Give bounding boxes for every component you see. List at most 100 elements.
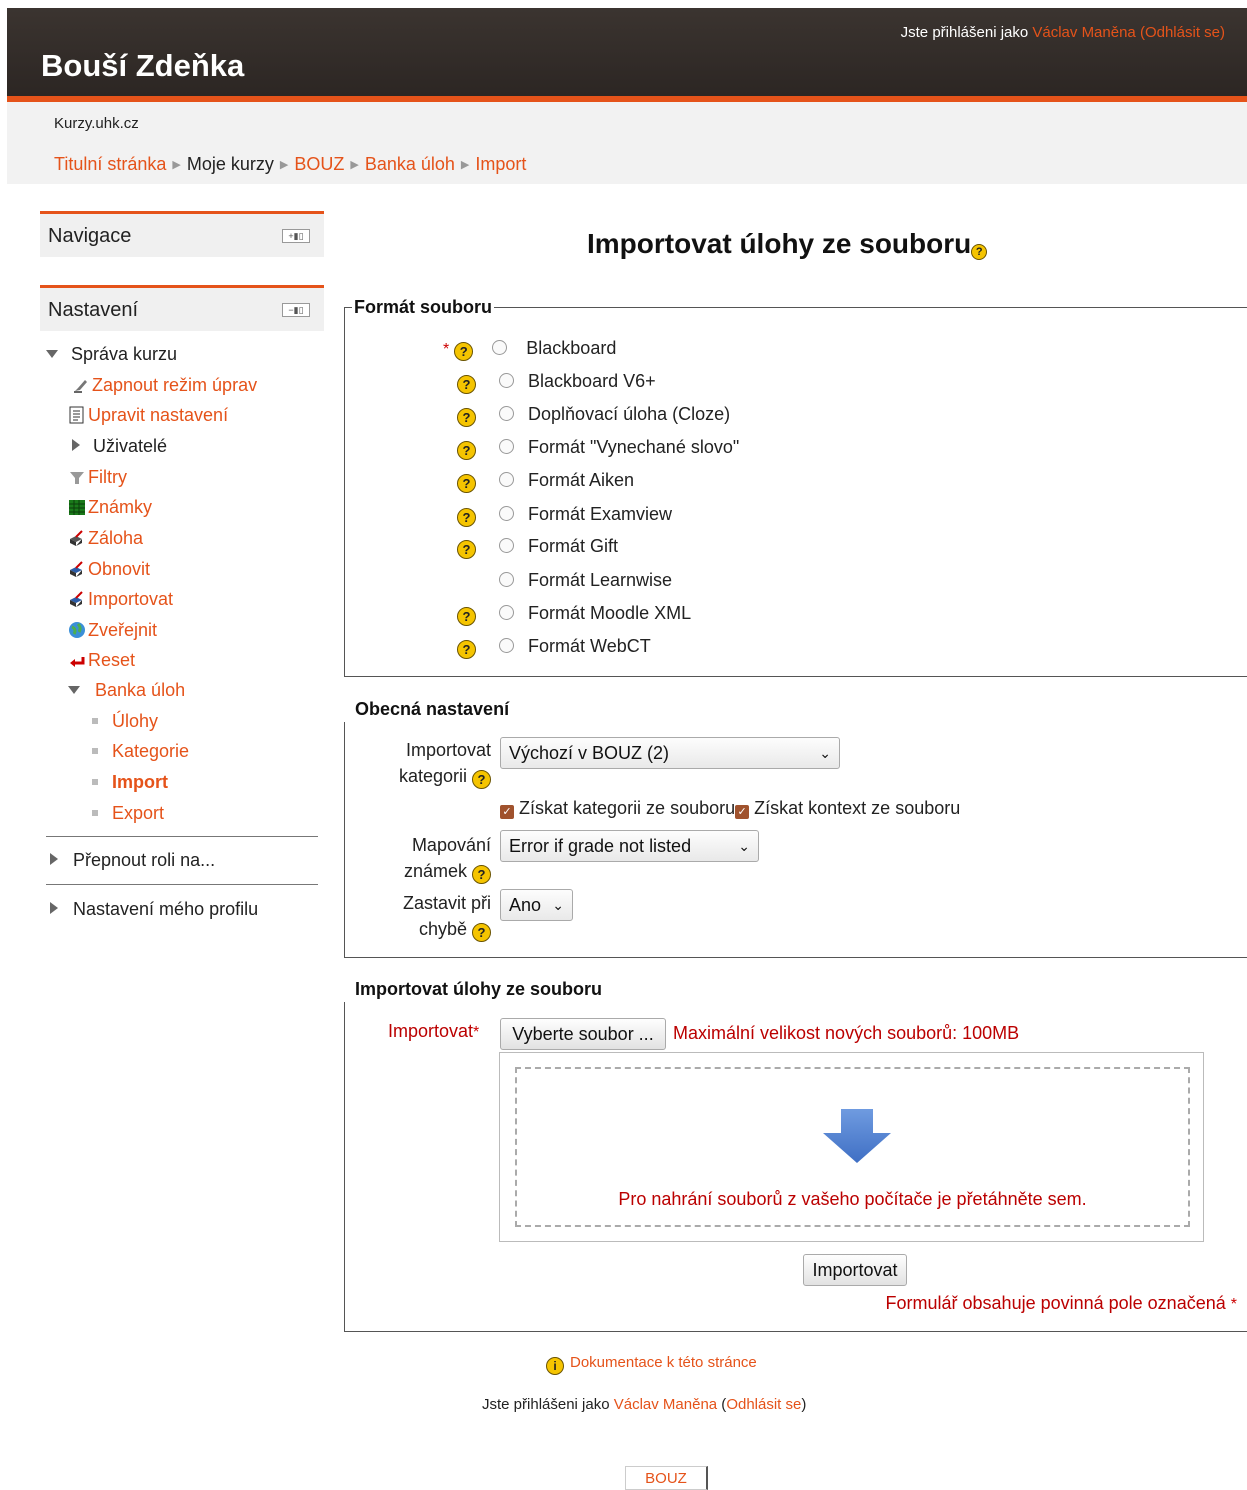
page-title: Importovat úlohy ze souboru? [587, 228, 988, 260]
breadcrumb-separator-icon: ▶ [172, 159, 181, 171]
import-submit-button[interactable]: Importovat [803, 1254, 907, 1286]
tree-item-reset[interactable]: Reset [68, 650, 135, 671]
tree-item-users[interactable]: Uživatelé [72, 436, 167, 457]
docs-link-row: i Dokumentace k této stránce [546, 1354, 757, 1375]
format-option-cloze[interactable]: ? Doplňovací úloha (Cloze) [457, 404, 730, 428]
required-icon: * [473, 1024, 480, 1041]
format-option-blackboard[interactable]: * ? Blackboard [443, 338, 616, 362]
expanded-icon [46, 350, 58, 358]
tree-question-bank[interactable]: Banka úloh [68, 680, 185, 701]
site-bar: Kurzy.uhk.cz [7, 102, 1247, 144]
bullet-icon [92, 748, 98, 754]
tree-qb-export[interactable]: Export [92, 803, 164, 824]
format-option-missing-word[interactable]: ? Formát "Vynechané slovo" [457, 437, 739, 461]
settings-block-title: Nastavení [48, 299, 139, 321]
format-option-blackboard-v6[interactable]: ? Blackboard V6+ [457, 371, 656, 395]
tree-item-filters[interactable]: Filtry [68, 467, 127, 488]
help-icon[interactable]: ? [457, 607, 476, 626]
breadcrumb-question-bank[interactable]: Banka úloh [365, 154, 455, 174]
help-icon[interactable]: ? [457, 640, 476, 659]
drop-zone-inner[interactable]: Pro nahrání souborů z vašeho počítače je… [515, 1067, 1190, 1227]
radio-button[interactable] [499, 472, 515, 487]
help-icon[interactable]: ? [472, 770, 491, 789]
login-info-bottom: Jste přihlášeni jako Václav Maněna (Odhl… [482, 1396, 807, 1413]
help-icon[interactable]: ? [454, 342, 474, 361]
get-category-checkbox[interactable]: ✓ Získat kategorii ze souboru [500, 798, 735, 819]
help-icon[interactable]: ? [457, 540, 476, 559]
grades-icon [68, 498, 86, 516]
format-option-moodle-xml[interactable]: ? Formát Moodle XML [457, 603, 691, 627]
logout-link[interactable]: Odhlásit se [1145, 24, 1220, 41]
file-drop-zone[interactable]: Pro nahrání souborů z vašeho počítače je… [499, 1052, 1204, 1242]
help-icon[interactable]: ? [457, 474, 476, 493]
breadcrumb: Titulní stránka ▶ Moje kurzy ▶ BOUZ ▶ Banka úl… [7, 144, 1247, 184]
tree-qb-import[interactable]: Import [92, 772, 168, 793]
reset-arrow-icon [68, 651, 86, 669]
expand-block-icon[interactable]: +▮▯ [282, 229, 310, 243]
radio-button[interactable] [499, 538, 515, 553]
breadcrumb-course[interactable]: BOUZ [294, 154, 344, 174]
bullet-icon [92, 779, 98, 785]
checkbox-checked-icon[interactable]: ✓ [500, 805, 514, 819]
collapsed-icon [50, 853, 58, 865]
tree-item-publish[interactable]: Zveřejnit [68, 620, 157, 641]
user-link[interactable]: Václav Maněna [614, 1396, 717, 1413]
help-icon[interactable]: ? [472, 923, 491, 942]
help-icon[interactable]: ? [457, 441, 476, 460]
tree-item-edit-mode[interactable]: Zapnout režim úprav [72, 375, 257, 396]
pencil-icon [72, 376, 90, 394]
grade-map-label: Mapování známek ? [403, 835, 491, 884]
checkbox-checked-icon[interactable]: ✓ [735, 805, 750, 819]
course-home-button[interactable]: BOUZ [625, 1466, 708, 1490]
radio-button[interactable] [499, 638, 515, 653]
tree-qb-categories[interactable]: Kategorie [92, 741, 189, 762]
radio-button[interactable] [499, 373, 515, 388]
navigation-block-header[interactable]: Navigace +▮▯ [40, 211, 324, 257]
format-option-examview[interactable]: ? Formát Examview [457, 504, 672, 528]
radio-button[interactable] [499, 605, 515, 620]
document-icon [68, 406, 86, 424]
tree-item-restore[interactable]: Obnovit [68, 559, 150, 580]
import-category-label: Importovat kategorii ? [398, 740, 491, 789]
max-file-size: Maximální velikost nových souborů: 100MB [673, 1023, 1020, 1043]
tree-item-backup[interactable]: Záloha [68, 528, 143, 549]
breadcrumb-import[interactable]: Import [475, 154, 526, 174]
globe-icon [68, 621, 86, 639]
help-icon[interactable]: ? [457, 375, 476, 394]
tree-course-admin[interactable]: Správa kurzu [46, 344, 177, 365]
tree-item-import[interactable]: Importovat [68, 589, 173, 610]
required-icon: * [1230, 1296, 1237, 1313]
user-link[interactable]: Václav Maněna [1032, 24, 1135, 41]
radio-button[interactable] [499, 406, 515, 421]
format-option-aiken[interactable]: ? Formát Aiken [457, 470, 634, 494]
site-title: Bouší Zdeňka [41, 48, 245, 83]
collapse-block-icon[interactable]: −▮▯ [282, 303, 310, 317]
docs-link[interactable]: Dokumentace k této stránce [570, 1354, 757, 1371]
tree-switch-role[interactable]: Přepnout roli na... [50, 850, 215, 871]
breadcrumb-home[interactable]: Titulní stránka [54, 154, 166, 174]
settings-block-header[interactable]: Nastavení −▮▯ [40, 285, 324, 331]
grade-map-select[interactable]: Error if grade not listed ⌄ [500, 830, 759, 862]
tree-item-edit-settings[interactable]: Upravit nastavení [68, 405, 228, 426]
help-icon[interactable]: ? [472, 865, 491, 884]
get-context-checkbox[interactable]: ✓ Získat kontext ze souboru [735, 798, 960, 819]
filter-icon [68, 468, 86, 486]
radio-button[interactable] [499, 439, 515, 454]
logout-link[interactable]: Odhlásit se [726, 1396, 801, 1413]
help-icon[interactable]: ? [457, 508, 476, 527]
format-option-webct[interactable]: ? Formát WebCT [457, 636, 651, 660]
radio-button[interactable] [492, 340, 508, 355]
tree-item-grades[interactable]: Známky [68, 497, 152, 518]
tree-profile-settings[interactable]: Nastavení mého profilu [50, 899, 258, 920]
import-category-select[interactable]: Výchozí v BOUZ (2) ⌄ [500, 737, 840, 769]
help-icon[interactable]: ? [457, 408, 476, 427]
help-icon[interactable]: ? [971, 244, 988, 260]
breadcrumb-my-courses: Moje kurzy [186, 154, 274, 174]
radio-button[interactable] [499, 572, 514, 587]
format-option-learnwise[interactable]: Formát Learnwise [499, 570, 672, 594]
stop-on-error-select[interactable]: Ano ⌄ [500, 889, 573, 921]
format-option-gift[interactable]: ? Formát Gift [457, 536, 618, 560]
radio-button[interactable] [499, 506, 515, 521]
choose-file-button[interactable]: Vyberte soubor ... [500, 1018, 666, 1050]
tree-qb-questions[interactable]: Úlohy [92, 711, 158, 732]
